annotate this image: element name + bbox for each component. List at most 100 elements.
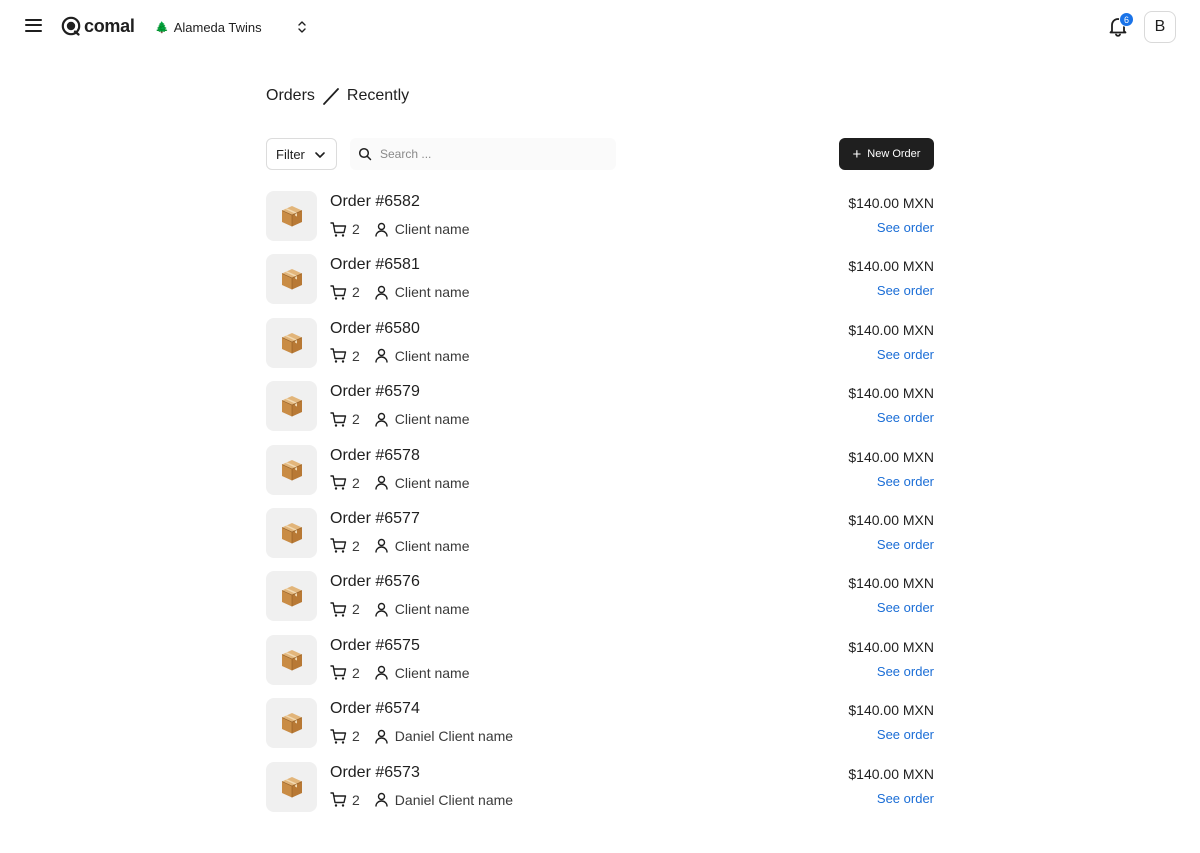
see-order-link[interactable]: See order <box>877 664 934 679</box>
client-name: Client name <box>394 284 470 301</box>
user-icon <box>375 285 388 300</box>
order-price: $140.00 MXN <box>848 258 934 275</box>
see-order-link[interactable]: See order <box>877 727 934 742</box>
search-bar <box>350 138 616 170</box>
client-name: Client name <box>394 347 470 364</box>
order-title: Order #6580 <box>330 319 420 337</box>
cart-icon <box>330 285 347 300</box>
order-thumbnail <box>266 191 317 241</box>
order-meta: 2 Daniel Client name <box>330 791 513 809</box>
package-icon <box>281 522 302 544</box>
order-row[interactable]: Order #6577 2 Client name $140.00 MXN Se… <box>266 507 934 570</box>
order-meta: 2 Client name <box>330 347 470 365</box>
package-icon <box>281 332 302 354</box>
order-price: $140.00 MXN <box>848 765 934 782</box>
order-title: Order #6582 <box>330 193 420 210</box>
order-meta: 2 Client name <box>330 283 470 301</box>
order-title: Order #6573 <box>330 763 420 781</box>
filter-button[interactable]: Filter <box>266 138 337 170</box>
order-price: $140.00 MXN <box>848 195 934 211</box>
app-name: comal <box>84 15 135 36</box>
package-icon <box>281 713 302 734</box>
see-order-link[interactable]: See order <box>877 537 934 552</box>
user-icon <box>375 412 388 427</box>
order-quantity: 2 <box>352 221 360 237</box>
order-row[interactable]: Order #6578 2 Client name $140.00 MXN Se… <box>266 444 934 507</box>
package-icon <box>281 459 302 481</box>
client-name: Daniel Client name <box>394 728 514 745</box>
order-thumbnail <box>266 444 317 495</box>
order-thumbnail <box>266 634 317 685</box>
see-order-link[interactable]: See order <box>877 474 934 489</box>
app-logo[interactable]: comal <box>61 14 135 38</box>
order-thumbnail <box>266 761 317 812</box>
order-price: $140.00 MXN <box>848 448 934 465</box>
slash-separator-icon <box>323 88 339 105</box>
order-quantity: 2 <box>352 284 360 301</box>
order-price: $140.00 MXN <box>848 511 934 528</box>
chevron-up-down-icon <box>298 21 306 33</box>
comal-logo-icon <box>61 16 81 36</box>
order-thumbnail <box>266 254 317 305</box>
package-icon <box>281 206 302 227</box>
order-row[interactable]: Order #6581 2 Client name $140.00 MXN Se… <box>266 253 934 316</box>
search-input[interactable] <box>380 147 600 161</box>
see-order-link[interactable]: See order <box>877 791 934 806</box>
package-icon <box>281 649 302 671</box>
see-order-link[interactable]: See order <box>877 347 934 362</box>
see-order-link[interactable]: See order <box>877 600 934 615</box>
order-row[interactable]: Order #6579 2 Client name $140.00 MXN Se… <box>266 380 934 443</box>
client-name: Daniel Client name <box>394 791 514 808</box>
package-icon <box>281 776 302 798</box>
order-meta: 2 Client name <box>330 220 470 238</box>
order-row[interactable]: Order #6574 2 Daniel Client name $140.00… <box>266 697 934 760</box>
order-quantity: 2 <box>352 791 360 808</box>
cart-icon <box>330 348 347 363</box>
new-order-label: New Order <box>867 148 921 160</box>
client-name: Client name <box>394 411 470 428</box>
order-meta: 2 Client name <box>330 664 470 682</box>
order-title: Order #6579 <box>330 383 420 401</box>
breadcrumb: Orders Recently <box>266 85 409 107</box>
breadcrumb-orders[interactable]: Orders <box>266 87 315 105</box>
order-row[interactable]: Order #6582 2 Client name $140.00 MXN Se… <box>266 190 934 253</box>
order-thumbnail <box>266 571 317 622</box>
order-quantity: 2 <box>352 601 360 618</box>
client-name: Client name <box>394 221 470 237</box>
user-icon <box>375 792 388 807</box>
order-title: Order #6577 <box>330 509 420 527</box>
breadcrumb-recently[interactable]: Recently <box>347 87 409 105</box>
order-title: Order #6576 <box>330 573 420 591</box>
order-price: $140.00 MXN <box>848 321 934 338</box>
cart-icon <box>330 602 347 617</box>
search-icon <box>358 147 372 161</box>
see-order-link[interactable]: See order <box>877 410 934 425</box>
new-order-button[interactable]: + New Order <box>839 138 934 170</box>
cart-icon <box>330 221 347 237</box>
store-selector[interactable]: 🌲 Alameda Twins <box>155 14 315 40</box>
filter-label: Filter <box>276 146 305 162</box>
client-name: Client name <box>394 537 470 554</box>
user-avatar[interactable]: B <box>1144 11 1176 43</box>
see-order-link[interactable]: See order <box>877 220 934 235</box>
order-meta: 2 Client name <box>330 600 470 618</box>
cart-icon <box>330 475 347 490</box>
order-quantity: 2 <box>352 728 360 745</box>
order-row[interactable]: Order #6576 2 Client name $140.00 MXN Se… <box>266 570 934 633</box>
user-icon <box>375 539 388 554</box>
order-price: $140.00 MXN <box>848 385 934 402</box>
order-row[interactable]: Order #6575 2 Client name $140.00 MXN Se… <box>266 634 934 697</box>
order-meta: 2 Client name <box>330 474 470 492</box>
order-row[interactable]: Order #6573 2 Daniel Client name $140.00… <box>266 761 934 824</box>
order-thumbnail <box>266 381 317 432</box>
chevron-down-icon <box>315 152 325 158</box>
user-icon <box>375 666 388 680</box>
client-name: Client name <box>394 664 470 681</box>
cart-icon <box>330 728 347 744</box>
see-order-link[interactable]: See order <box>877 283 934 298</box>
hamburger-menu-icon[interactable] <box>24 15 46 37</box>
order-row[interactable]: Order #6580 2 Client name $140.00 MXN Se… <box>266 317 934 380</box>
order-list: Order #6582 2 Client name $140.00 MXN Se… <box>266 190 934 824</box>
order-meta: 2 Client name <box>330 410 470 428</box>
order-thumbnail <box>266 317 317 368</box>
